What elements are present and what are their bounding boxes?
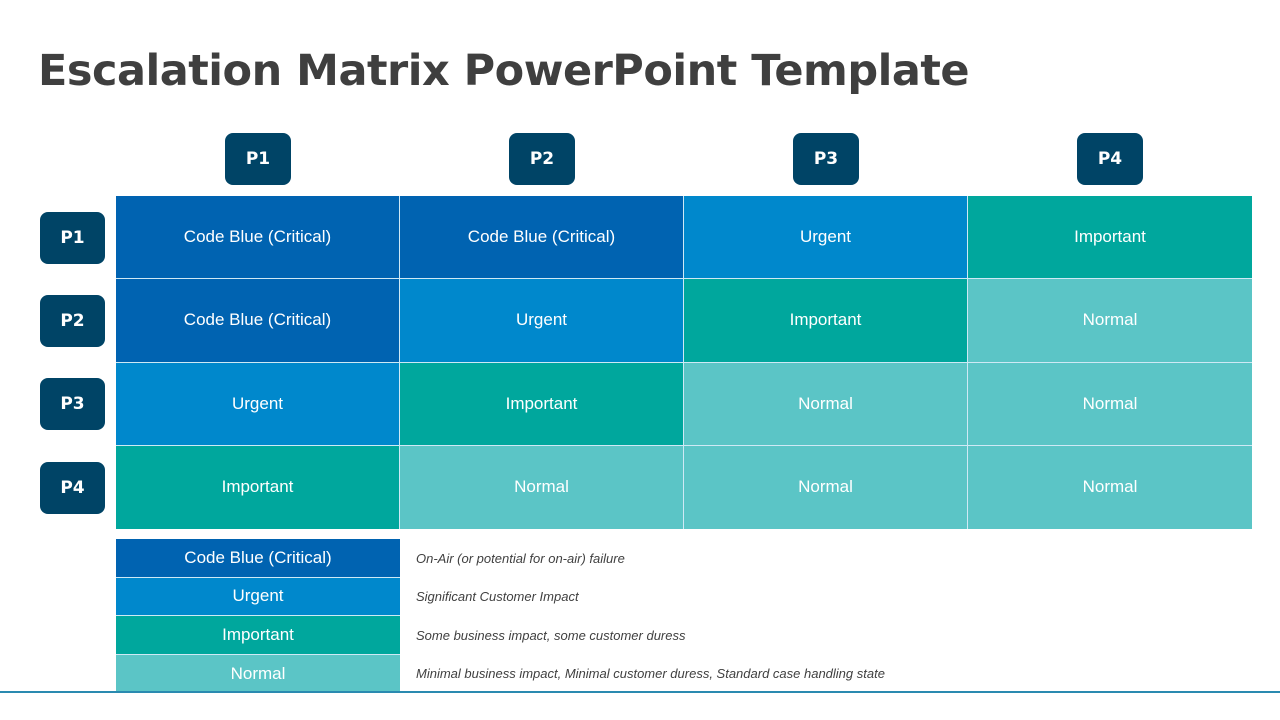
legend-swatch: Important <box>116 616 400 655</box>
legend-swatch: Normal <box>116 654 400 693</box>
matrix-cell: Code Blue (Critical) <box>116 196 400 280</box>
matrix-cell: Important <box>968 196 1252 280</box>
legend-item-urgent: Urgent Significant Customer Impact <box>116 577 579 616</box>
matrix-cell: Normal <box>684 445 968 529</box>
matrix-cell: Urgent <box>684 196 968 280</box>
column-header-p1: P1 <box>225 133 291 185</box>
legend-item-important: Important Some business impact, some cus… <box>116 616 686 655</box>
matrix-cell: Important <box>400 362 684 446</box>
legend: Code Blue (Critical) On-Air (or potentia… <box>116 539 885 693</box>
matrix-cell: Urgent <box>400 279 684 363</box>
matrix-cell: Normal <box>684 362 968 446</box>
page-title: Escalation Matrix PowerPoint Template <box>38 46 970 96</box>
legend-description: Minimal business impact, Minimal custome… <box>416 666 885 682</box>
row-header-p1: P1 <box>40 212 105 264</box>
legend-description: Some business impact, some customer dure… <box>416 627 686 643</box>
matrix-cell: Normal <box>968 362 1252 446</box>
matrix-cell: Urgent <box>116 362 400 446</box>
row-header-p2: P2 <box>40 295 105 347</box>
escalation-matrix: Code Blue (Critical) Code Blue (Critical… <box>116 196 1252 529</box>
matrix-cell: Normal <box>968 279 1252 363</box>
legend-swatch: Code Blue (Critical) <box>116 539 400 578</box>
matrix-cell: Important <box>684 279 968 363</box>
legend-description: On-Air (or potential for on-air) failure <box>416 550 625 566</box>
matrix-cell: Normal <box>968 445 1252 529</box>
matrix-cell: Code Blue (Critical) <box>116 279 400 363</box>
legend-description: Significant Customer Impact <box>416 589 579 605</box>
column-header-p2: P2 <box>509 133 575 185</box>
legend-swatch: Urgent <box>116 577 400 616</box>
row-header-p4: P4 <box>40 462 105 514</box>
legend-item-code-blue: Code Blue (Critical) On-Air (or potentia… <box>116 539 625 578</box>
matrix-cell: Code Blue (Critical) <box>400 196 684 280</box>
matrix-cell: Important <box>116 445 400 529</box>
footer-divider <box>0 691 1280 693</box>
row-header-p3: P3 <box>40 378 105 430</box>
matrix-cell: Normal <box>400 445 684 529</box>
column-header-p4: P4 <box>1077 133 1143 185</box>
column-header-p3: P3 <box>793 133 859 185</box>
legend-item-normal: Normal Minimal business impact, Minimal … <box>116 654 885 693</box>
